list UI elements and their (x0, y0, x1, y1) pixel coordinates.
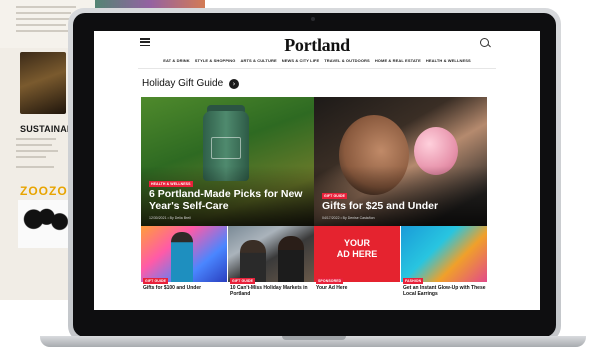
nav-item-news-city-life[interactable]: NEWS & CITY LIFE (282, 58, 320, 63)
hero-article-self-care[interactable]: HEALTH & WELLNESS 6 Portland-Made Picks … (141, 97, 314, 226)
article-card-earrings[interactable]: FASHION Get an Instant Glow-Up with Thes… (401, 226, 487, 302)
hero-article-gifts-25[interactable]: GIFT GUIDE Gifts for $25 and Under 04/17… (314, 97, 487, 226)
laptop-notch (282, 336, 346, 340)
magazine-product-photo (20, 52, 66, 114)
person-figure-shape (240, 240, 266, 282)
article-card-holiday-markets[interactable]: GIFT GUIDE 10 Can't-Miss Holiday Markets… (228, 226, 314, 302)
card-category-badge[interactable]: SPONSORED (316, 278, 344, 284)
ad-text-content: YOUR AD HERE (336, 238, 378, 259)
ad-image: YOUR AD HERE (314, 226, 400, 282)
hero-title[interactable]: Gifts for $25 and Under (322, 200, 482, 212)
magazine-text-line (16, 6, 76, 8)
card-title[interactable]: Get an Instant Glow-Up with These Local … (403, 285, 487, 297)
nav-item-home-real-estate[interactable]: HOME & REAL ESTATE (375, 58, 421, 63)
arrow-right-icon[interactable]: › (229, 79, 239, 89)
card-image (228, 226, 314, 282)
magazine-penguins-image (18, 200, 70, 248)
ad-text: YOUR AD HERE (314, 238, 400, 259)
magazine-text-line (16, 12, 71, 14)
card-category-badge[interactable]: GIFT GUIDE (143, 278, 169, 284)
jar-label-shape (211, 137, 241, 159)
site-header: Portland (94, 31, 540, 56)
nav-divider (138, 68, 496, 69)
webcam-icon (311, 17, 315, 21)
hero-byline: 12/30/2021 • By Delia Breil (149, 216, 191, 220)
card-category-badge[interactable]: GIFT GUIDE (230, 278, 256, 284)
hero-byline: 04/17/2022 • By Denise Castañon (322, 216, 375, 220)
section-title[interactable]: Holiday Gift Guide (142, 78, 223, 89)
magazine-text-line (16, 166, 54, 168)
woman-figure-shape (171, 232, 193, 282)
article-card-ad[interactable]: YOUR AD HERE SPONSORED Your Ad Here (314, 226, 400, 302)
card-title[interactable]: Gifts for $100 and Under (143, 285, 227, 291)
earrings-image (401, 226, 487, 282)
card-category-badge[interactable]: FASHION (403, 278, 424, 284)
magazine-text-line (16, 30, 74, 32)
person-figure-shape (278, 236, 304, 282)
nav-item-eat-drink[interactable]: EAT & DRINK (163, 58, 190, 63)
article-card-gifts-100[interactable]: GIFT GUIDE Gifts for $100 and Under (141, 226, 227, 302)
nav-item-health-wellness[interactable]: HEALTH & WELLNESS (426, 58, 471, 63)
nav-item-style-shopping[interactable]: STYLE & SHOPPING (195, 58, 236, 63)
search-icon[interactable] (480, 38, 489, 47)
nav-item-arts-culture[interactable]: ARTS & CULTURE (241, 58, 277, 63)
magazine-text-line (16, 156, 46, 158)
nav-item-travel-outdoors[interactable]: TRAVEL & OUTDOORS (324, 58, 370, 63)
main-nav: EAT & DRINK STYLE & SHOPPING ARTS & CULT… (94, 58, 540, 63)
site-logo[interactable]: Portland (94, 35, 540, 56)
card-image (141, 226, 227, 282)
hero-title[interactable]: 6 Portland-Made Picks for New Year's Sel… (149, 188, 309, 212)
magazine-brand-text: ZOOZO (20, 184, 68, 198)
magazine-brand: ZOOZO (20, 184, 68, 198)
hero-category-badge[interactable]: HEALTH & WELLNESS (149, 181, 193, 187)
magazine-text-line (16, 138, 56, 140)
hero-category-badge[interactable]: GIFT GUIDE (322, 193, 348, 199)
magazine-text-line (16, 150, 58, 152)
card-title[interactable]: Your Ad Here (316, 285, 400, 291)
card-title[interactable]: 10 Can't-Miss Holiday Markets in Portlan… (230, 285, 314, 297)
magazine-text-line (16, 144, 52, 146)
magazine-text-line (16, 24, 66, 26)
website-screen: Portland EAT & DRINK STYLE & SHOPPING AR… (94, 31, 540, 310)
